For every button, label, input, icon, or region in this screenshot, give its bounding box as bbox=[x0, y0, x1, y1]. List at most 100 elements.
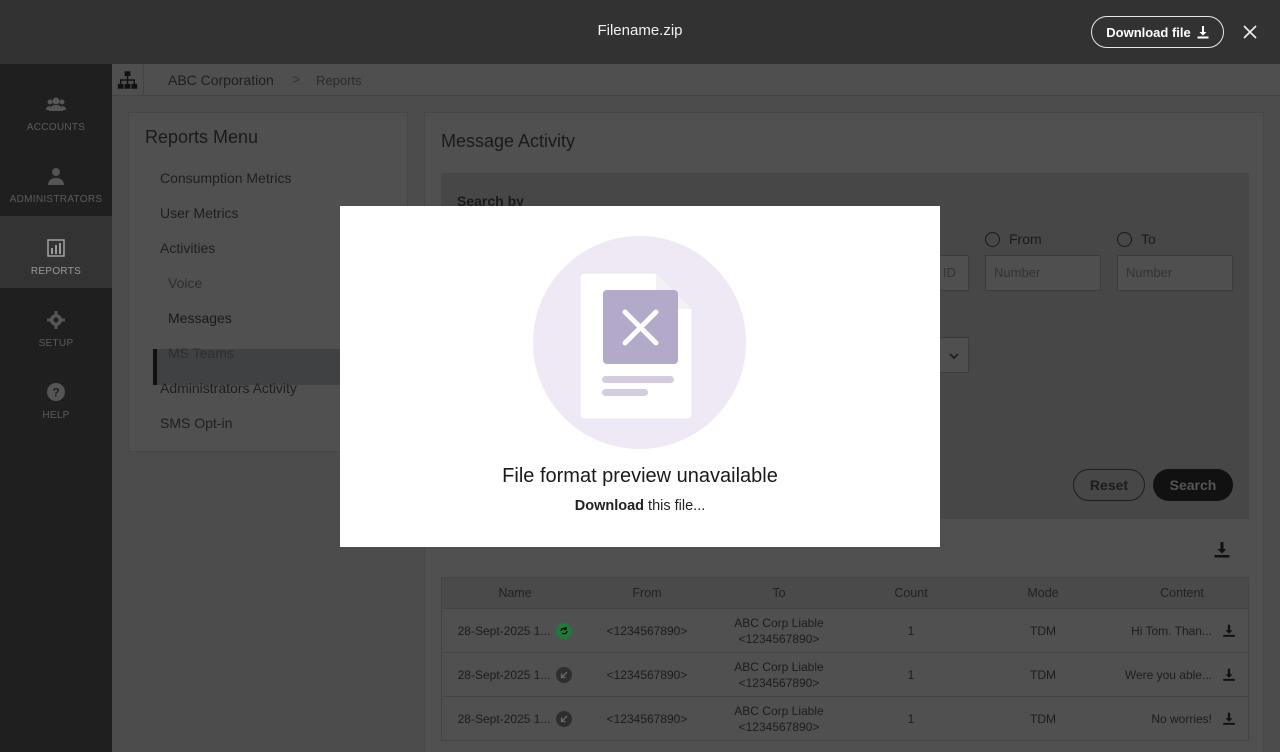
search-button[interactable]: Search bbox=[1153, 469, 1233, 501]
reports-menu-title: Reports Menu bbox=[145, 127, 259, 147]
modal-subtitle-rest: this file... bbox=[644, 498, 706, 514]
svg-text:?: ? bbox=[52, 386, 59, 400]
modal-subtitle: Download this file... bbox=[340, 498, 940, 514]
header-mode[interactable]: Mode bbox=[970, 578, 1116, 608]
breadcrumb-org[interactable]: ABC Corporation bbox=[168, 72, 274, 88]
table-row[interactable]: 28-Sept-2025 1... <1234567890> ABC Corp … bbox=[441, 609, 1249, 653]
row-from: <1234567890> bbox=[606, 667, 688, 682]
sidebar-item-accounts[interactable]: ACCOUNTS bbox=[0, 72, 112, 144]
menu-item-user-metrics[interactable]: User Metrics bbox=[160, 205, 239, 221]
sidebar-item-administrators[interactable]: ADMINISTRATORS bbox=[0, 144, 112, 216]
menu-item-sms-opt-in[interactable]: SMS Opt-in bbox=[160, 415, 232, 431]
to-radio-label: To bbox=[1141, 231, 1156, 247]
chevron-down-icon bbox=[949, 353, 959, 360]
incoming-arrow-icon bbox=[556, 666, 573, 683]
row-to-name: ABC Corp Liable bbox=[734, 659, 824, 674]
sidebar: ACCOUNTS ADMINISTRATORS REPORTS SETUP ? … bbox=[0, 64, 112, 752]
row-content: No worries! bbox=[1151, 711, 1212, 726]
admin-icon bbox=[48, 168, 64, 185]
row-to-number: <1234567890> bbox=[738, 719, 820, 734]
table-row[interactable]: 28-Sept-2025 1... <1234567890> ABC Corp … bbox=[441, 653, 1249, 697]
breadcrumb-page: Reports bbox=[316, 73, 362, 88]
from-radio[interactable] bbox=[985, 232, 1000, 247]
from-radio-label: From bbox=[1009, 231, 1042, 247]
row-from: <1234567890> bbox=[606, 623, 688, 638]
modal-download-link[interactable]: Download bbox=[575, 498, 644, 514]
preview-unavailable-modal: File format preview unavailable Download… bbox=[340, 206, 940, 547]
header-content[interactable]: Content bbox=[1116, 578, 1248, 608]
from-number-input[interactable]: Number bbox=[985, 255, 1101, 291]
row-from: <1234567890> bbox=[606, 711, 688, 726]
table-header: Name From To Count Mode Content bbox=[441, 577, 1249, 609]
row-count: 1 bbox=[907, 711, 915, 726]
row-name-cell: 28-Sept-2025 1... bbox=[442, 609, 588, 652]
header-from[interactable]: From bbox=[588, 578, 706, 608]
row-to: ABC Corp Liable <1234567890> bbox=[706, 653, 852, 696]
sidebar-label-reports: REPORTS bbox=[30, 266, 82, 277]
to-radio[interactable] bbox=[1117, 232, 1132, 247]
download-icon[interactable] bbox=[1222, 668, 1236, 682]
row-content-cell: Were you able... bbox=[1116, 653, 1248, 696]
id-input-placeholder: ID bbox=[943, 265, 956, 280]
chart-icon bbox=[47, 239, 65, 257]
download-icon[interactable] bbox=[1222, 712, 1236, 726]
message-table: Name From To Count Mode Content 28-Sept-… bbox=[441, 577, 1249, 741]
row-mode: TDM bbox=[1030, 623, 1056, 638]
row-to-name: ABC Corp Liable bbox=[734, 703, 824, 718]
menu-item-messages[interactable]: Messages bbox=[168, 310, 232, 326]
sidebar-label-setup: SETUP bbox=[38, 338, 74, 349]
row-to: ABC Corp Liable <1234567890> bbox=[706, 609, 852, 652]
incoming-arrow-icon bbox=[556, 710, 573, 727]
download-icon[interactable] bbox=[1222, 624, 1236, 638]
row-content-cell: No worries! bbox=[1116, 697, 1248, 740]
breadcrumb-separator: > bbox=[292, 71, 301, 87]
download-file-label: Download file bbox=[1106, 24, 1191, 40]
menu-item-ms-teams[interactable]: MS Teams bbox=[168, 345, 234, 361]
row-to: ABC Corp Liable <1234567890> bbox=[706, 697, 852, 740]
download-file-button[interactable]: Download file bbox=[1091, 16, 1224, 48]
row-name-cell: 28-Sept-2025 1... bbox=[442, 653, 588, 696]
sidebar-label-accounts: ACCOUNTS bbox=[26, 122, 86, 133]
row-mode: TDM bbox=[1030, 667, 1056, 682]
row-to-number: <1234567890> bbox=[738, 675, 820, 690]
row-content: Were you able... bbox=[1124, 667, 1212, 682]
breadcrumb: ABC Corporation > Reports bbox=[112, 64, 1280, 96]
header-name[interactable]: Name bbox=[442, 578, 588, 608]
to-number-input[interactable]: Number bbox=[1117, 255, 1233, 291]
help-icon: ? bbox=[47, 383, 65, 401]
gear-icon bbox=[47, 311, 65, 329]
file-name: Filename.zip bbox=[597, 22, 683, 39]
header-count[interactable]: Count bbox=[852, 578, 970, 608]
reset-button[interactable]: Reset bbox=[1073, 469, 1145, 501]
sidebar-label-administrators: ADMINISTRATORS bbox=[9, 194, 103, 205]
content-title: Message Activity bbox=[441, 131, 576, 151]
menu-item-administrators-activity[interactable]: Administrators Activity bbox=[160, 380, 297, 396]
modal-title: File format preview unavailable bbox=[502, 465, 778, 487]
row-name-cell: 28-Sept-2025 1... bbox=[442, 697, 588, 740]
row-to-number: <1234567890> bbox=[738, 631, 820, 646]
users-icon bbox=[46, 97, 66, 111]
row-count: 1 bbox=[907, 667, 915, 682]
row-name: 28-Sept-2025 1... bbox=[457, 667, 551, 682]
sidebar-item-help[interactable]: ? HELP bbox=[0, 360, 112, 432]
close-icon[interactable] bbox=[1240, 22, 1260, 42]
row-name: 28-Sept-2025 1... bbox=[457, 711, 551, 726]
broken-file-icon bbox=[533, 236, 746, 449]
export-download-icon[interactable] bbox=[1213, 541, 1231, 559]
menu-item-activities[interactable]: Activities bbox=[160, 240, 215, 256]
menu-item-consumption-metrics[interactable]: Consumption Metrics bbox=[160, 170, 292, 186]
row-name: 28-Sept-2025 1... bbox=[457, 623, 551, 638]
top-bar: Filename.zip Download file bbox=[0, 0, 1280, 64]
hierarchy-icon[interactable] bbox=[112, 64, 144, 96]
header-to[interactable]: To bbox=[706, 578, 852, 608]
download-icon bbox=[1197, 25, 1209, 38]
row-count: 1 bbox=[907, 623, 915, 638]
table-row[interactable]: 28-Sept-2025 1... <1234567890> ABC Corp … bbox=[441, 697, 1249, 741]
menu-item-voice[interactable]: Voice bbox=[168, 275, 202, 291]
sidebar-item-reports[interactable]: REPORTS bbox=[0, 216, 112, 288]
row-to-name: ABC Corp Liable bbox=[734, 615, 824, 630]
sidebar-item-setup[interactable]: SETUP bbox=[0, 288, 112, 360]
row-content: Hi Tom. Than... bbox=[1131, 623, 1212, 638]
sync-direction-icon bbox=[556, 622, 573, 639]
row-content-cell: Hi Tom. Than... bbox=[1116, 609, 1248, 652]
